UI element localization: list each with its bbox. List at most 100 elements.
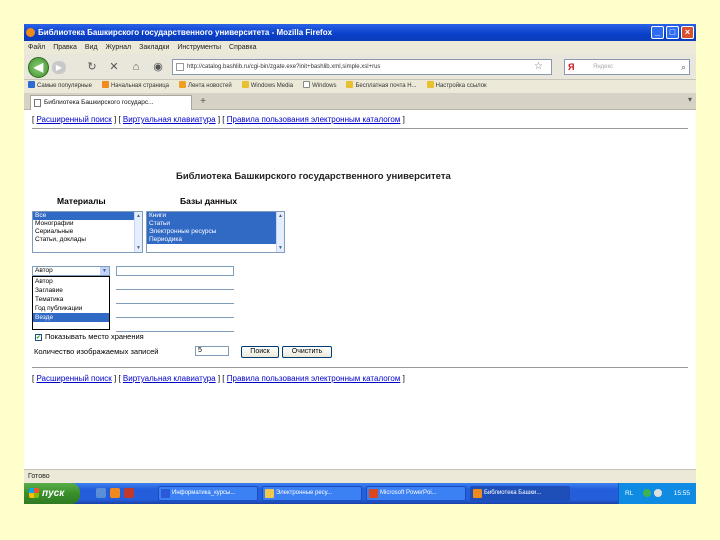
dropdown-option[interactable]: Заглавие <box>33 286 109 295</box>
databases-label: Базы данных <box>180 196 238 206</box>
bookmark-item[interactable]: Настройка ссылок <box>426 80 487 93</box>
bookmark-item[interactable]: Лента новостей <box>179 80 232 93</box>
search-button[interactable]: Поиск <box>241 346 279 358</box>
desktop-icon[interactable] <box>96 488 106 498</box>
page-title: Библиотека Башкирского государственного … <box>176 171 451 182</box>
list-item[interactable]: Монографии <box>33 220 142 228</box>
list-item[interactable]: Все <box>33 212 142 220</box>
virtual-keyboard-link[interactable]: Виртуальная клавиатура <box>123 115 216 124</box>
search-term-input[interactable] <box>116 294 234 304</box>
address-bar[interactable]: http://catalog.bashlib.ru/cgi-bin/zgate.… <box>172 59 552 75</box>
yandex-icon[interactable]: Я <box>568 61 574 73</box>
materials-label: Материалы <box>57 196 106 206</box>
tab-title: Библиотека Башкирского государс... <box>44 99 154 106</box>
search-term-input[interactable] <box>116 322 234 332</box>
taskbar-item[interactable]: Microsoft PowerPoi... <box>366 486 466 501</box>
quicklaunch-icon[interactable] <box>124 488 134 498</box>
menu-edit[interactable]: Правка <box>53 41 77 54</box>
bookmark-item[interactable]: Начальная страница <box>101 80 169 93</box>
addon-icon[interactable]: ◉ <box>152 61 164 73</box>
status-bar: Готово <box>24 469 696 483</box>
dropdown-option[interactable]: Тематика <box>33 295 109 304</box>
list-item[interactable]: Статьи <box>147 220 284 228</box>
maximize-button[interactable]: □ <box>666 26 679 39</box>
advanced-search-link[interactable]: Расширенный поиск <box>36 374 111 383</box>
menu-file[interactable]: Файл <box>28 41 45 54</box>
folder-icon <box>265 489 274 498</box>
search-term-input[interactable] <box>116 266 234 276</box>
minimize-button[interactable]: _ <box>651 26 664 39</box>
system-tray: RL 15:55 <box>618 483 696 504</box>
home-icon[interactable]: ⌂ <box>130 61 142 73</box>
search-box[interactable]: Я Яндекс ⌕ <box>564 59 690 75</box>
network-icon[interactable] <box>643 489 651 497</box>
bottom-nav-links: [ Расширенный поиск ] [ Виртуальная клав… <box>32 374 405 383</box>
back-button[interactable]: ◀ <box>28 57 49 78</box>
menu-history[interactable]: Журнал <box>106 41 132 54</box>
record-count-label: Количество изображаемых записей <box>34 347 159 356</box>
chevron-down-icon[interactable]: ▼ <box>100 267 109 275</box>
word-icon <box>161 489 170 498</box>
volume-icon[interactable] <box>654 489 662 497</box>
bookmark-item[interactable]: Windows <box>303 80 336 93</box>
taskbar: пуск Информатика_курсы... Электронные ре… <box>24 483 696 504</box>
list-item[interactable]: Электронные ресурсы <box>147 228 284 236</box>
forward-button[interactable]: ▶ <box>52 61 66 74</box>
bookmark-star-icon[interactable]: ☆ <box>534 61 543 72</box>
taskbar-item[interactable]: Электронные ресу... <box>262 486 362 501</box>
start-label: пуск <box>42 488 65 499</box>
list-item[interactable]: Статьи, доклады <box>33 236 142 244</box>
dropdown-option[interactable]: Автор <box>33 277 109 286</box>
divider <box>32 367 688 368</box>
list-item[interactable]: Книги <box>147 212 284 220</box>
rules-link[interactable]: Правила пользования электронным каталого… <box>227 374 401 383</box>
new-tab-icon[interactable]: + <box>196 95 210 109</box>
record-count-input[interactable]: 5 <box>195 346 229 356</box>
tab-library[interactable]: Библиотека Башкирского государс... <box>30 95 192 110</box>
tab-list-icon[interactable]: ▾ <box>688 95 692 104</box>
start-button[interactable]: пуск <box>24 483 80 504</box>
search-term-input[interactable] <box>116 280 234 290</box>
search-field-dropdown[interactable]: Автор Заглавие Тематика Год публикации В… <box>32 276 110 330</box>
taskbar-item[interactable]: Информатика_курсы... <box>158 486 258 501</box>
top-nav-links: [ Расширенный поиск ] [ Виртуальная клав… <box>32 115 405 124</box>
bookmark-item[interactable]: Самые популярные <box>28 80 92 93</box>
bookmark-item[interactable]: Windows Media <box>241 80 293 93</box>
stop-icon[interactable]: ✕ <box>108 61 120 73</box>
screenshot-frame: Библиотека Башкирского государственного … <box>24 24 696 504</box>
virtual-keyboard-link[interactable]: Виртуальная клавиатура <box>123 374 216 383</box>
firefox-icon[interactable] <box>110 488 120 498</box>
language-indicator[interactable]: RL <box>625 483 633 504</box>
dropdown-option[interactable]: Везде <box>33 313 109 322</box>
dropdown-option[interactable]: Год публикации <box>33 304 109 313</box>
bookmark-item[interactable]: Бесплатная почта H... <box>346 80 417 93</box>
rules-link[interactable]: Правила пользования электронным каталого… <box>227 115 401 124</box>
close-button[interactable]: × <box>681 26 694 39</box>
list-item[interactable]: Периодика <box>147 236 284 244</box>
menu-bookmarks[interactable]: Закладки <box>139 41 169 54</box>
reset-button[interactable]: Очистить <box>282 346 332 358</box>
title-bar: Библиотека Башкирского государственного … <box>24 24 696 41</box>
page-icon <box>303 81 311 88</box>
scrollbar[interactable] <box>134 212 142 252</box>
search-term-input[interactable] <box>116 308 234 318</box>
reload-icon[interactable]: ↻ <box>86 61 98 73</box>
menu-view[interactable]: Вид <box>85 41 98 54</box>
rss-icon <box>179 81 186 88</box>
search-icon[interactable]: ⌕ <box>681 61 686 73</box>
firefox-icon <box>473 489 482 498</box>
taskbar-item[interactable]: Библиотека Башки... <box>470 486 570 501</box>
menu-help[interactable]: Справка <box>229 41 256 54</box>
windows-icon <box>426 81 434 88</box>
bookmark-folder-icon <box>28 81 35 88</box>
divider <box>32 128 688 129</box>
advanced-search-link[interactable]: Расширенный поиск <box>36 115 111 124</box>
materials-listbox[interactable]: Все Монографии Сериальные Статьи, доклад… <box>32 211 143 253</box>
navigation-toolbar: ◀ ▶ ↻ ✕ ⌂ ◉ http://catalog.bashlib.ru/cg… <box>24 54 696 80</box>
search-field-select[interactable]: Автор ▼ <box>32 266 110 276</box>
menu-tools[interactable]: Инструменты <box>177 41 221 54</box>
list-item[interactable]: Сериальные <box>33 228 142 236</box>
show-location-checkbox[interactable]: ✔ <box>35 334 42 341</box>
scrollbar[interactable] <box>276 212 284 252</box>
databases-listbox[interactable]: Книги Статьи Электронные ресурсы Периоди… <box>146 211 285 253</box>
